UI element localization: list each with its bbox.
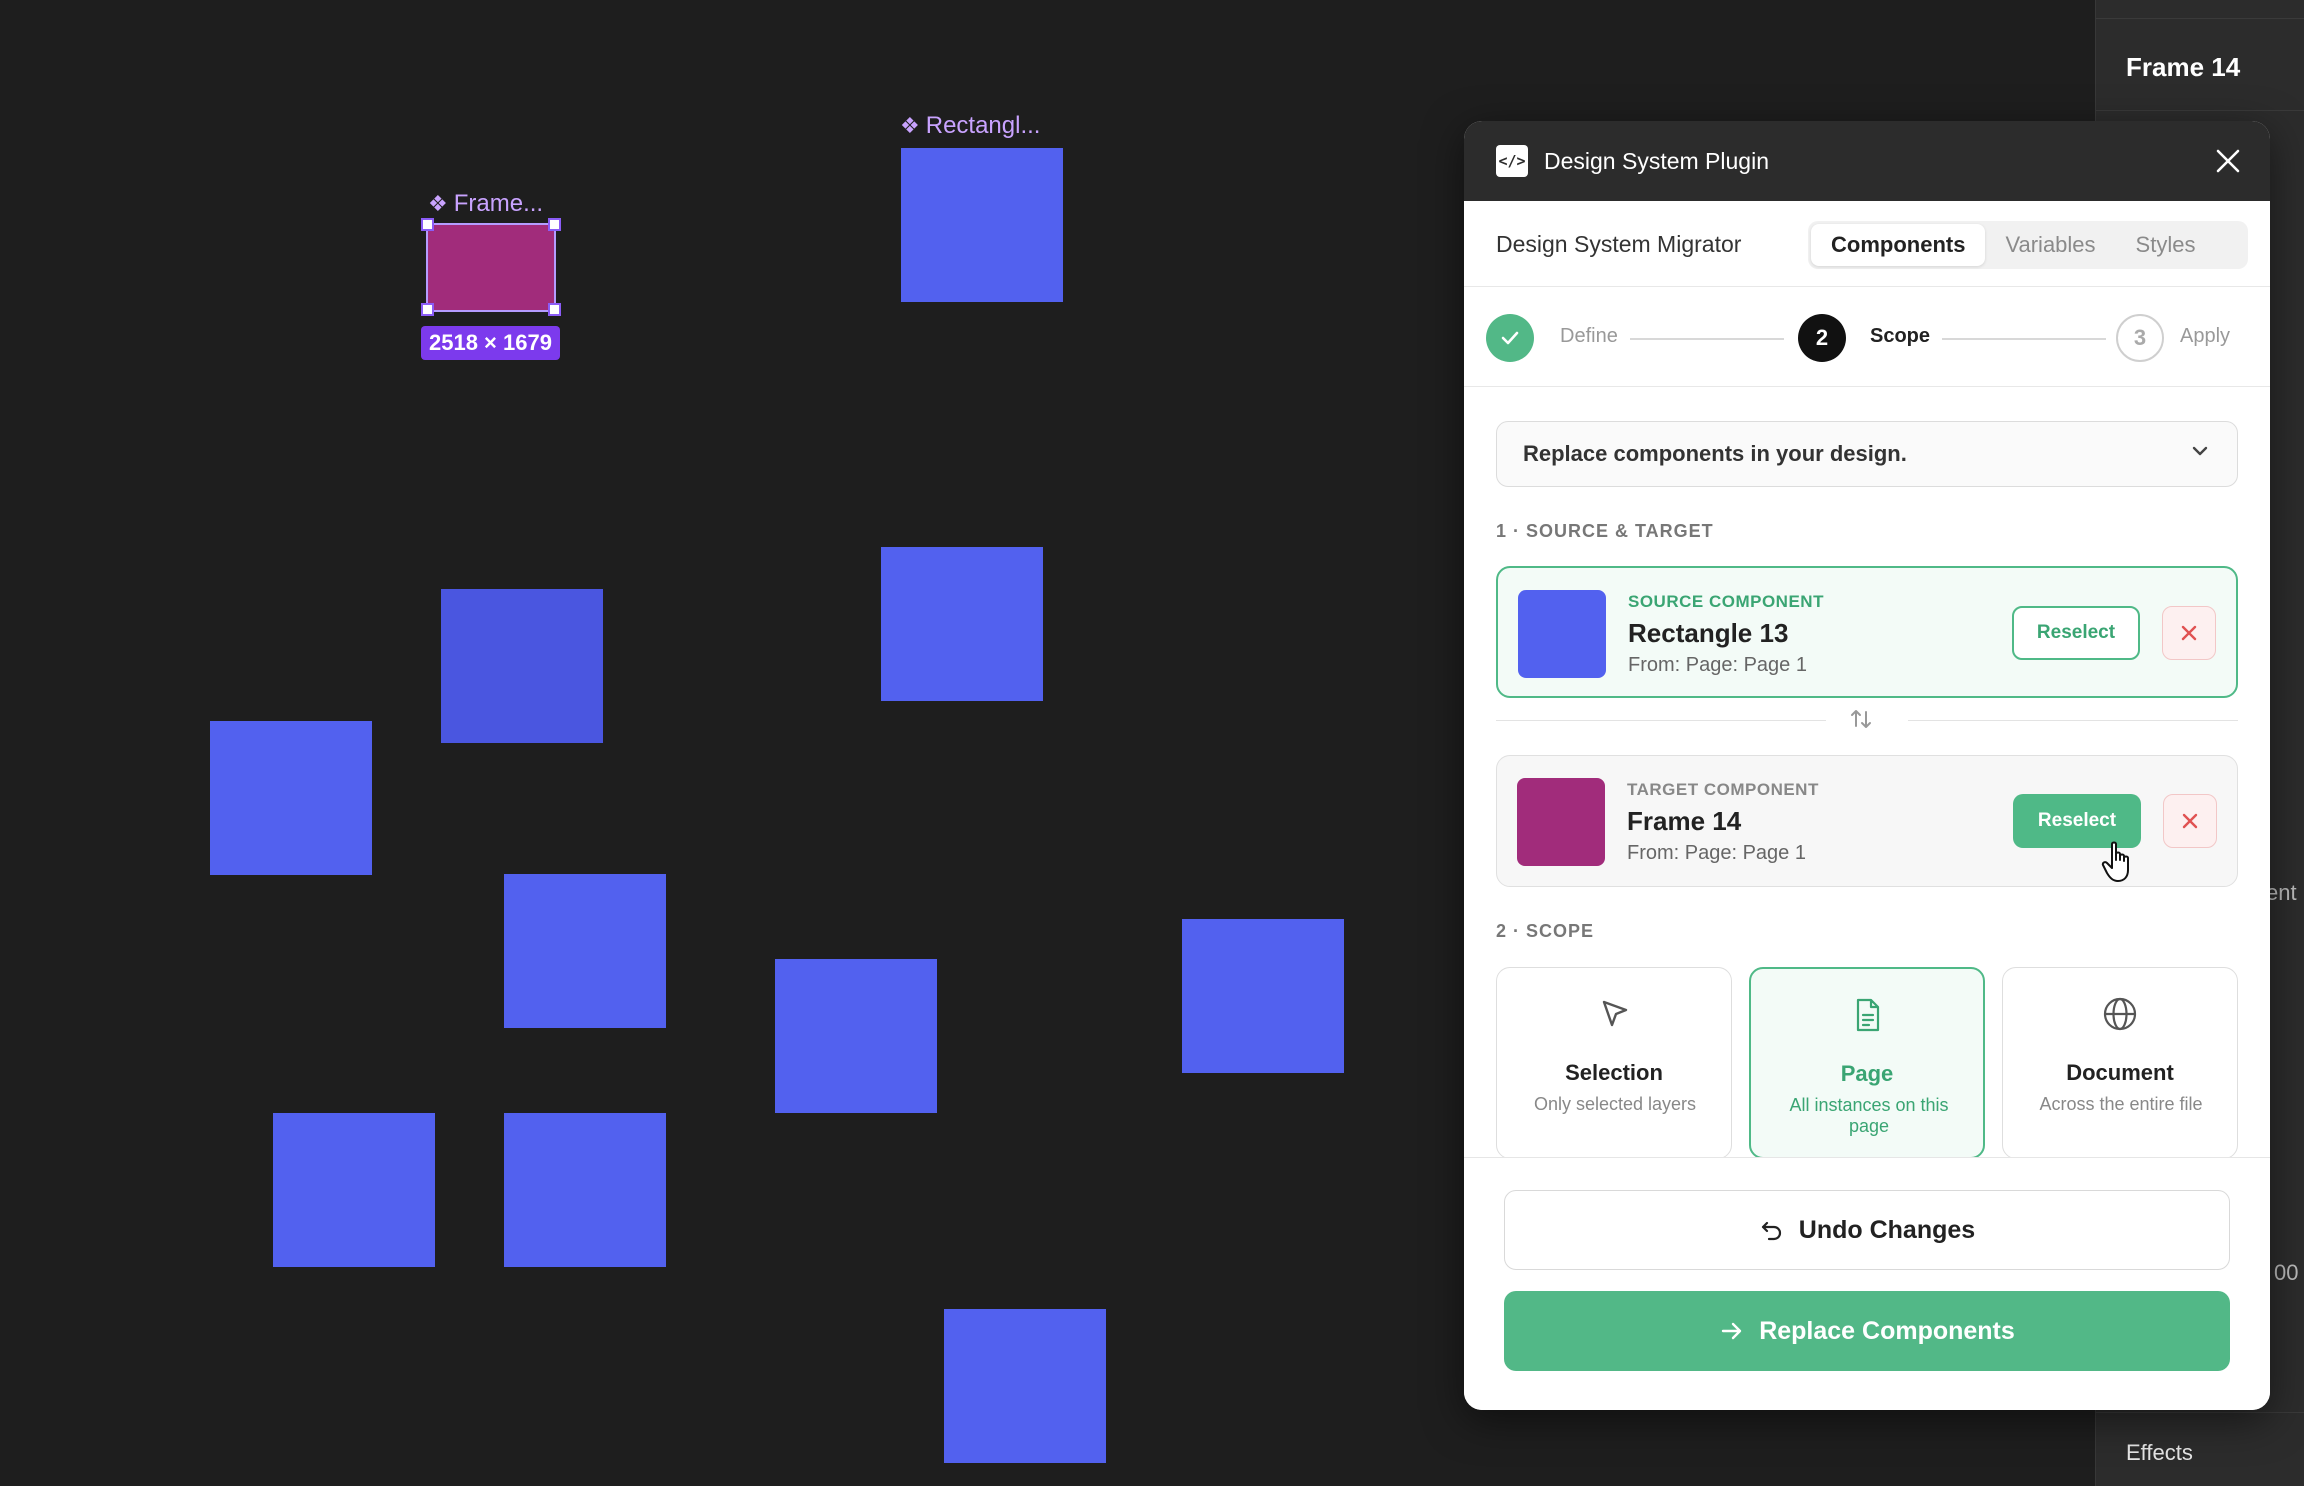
- source-component-card: SOURCE COMPONENT Rectangle 13 From: Page…: [1496, 566, 2238, 698]
- rect-component-label[interactable]: ❖ Rectangl...: [900, 112, 1040, 140]
- rectangle-instance[interactable]: [881, 547, 1043, 701]
- close-button[interactable]: [2210, 143, 2246, 179]
- frame-component-label[interactable]: ❖ Frame...: [428, 190, 543, 218]
- step-label-scope: Scope: [1870, 325, 1931, 347]
- target-remove-button[interactable]: [2163, 794, 2217, 848]
- plugin-header: </> Design System Plugin: [1464, 121, 2270, 201]
- scope-option-selection[interactable]: Selection Only selected layers: [1496, 967, 1732, 1159]
- rectangle-instance[interactable]: [1182, 919, 1344, 1073]
- rectangle-instance[interactable]: [273, 1113, 435, 1267]
- source-from: From: Page: Page 1: [1628, 654, 1807, 676]
- tab-components[interactable]: Components: [1811, 224, 1986, 266]
- rectangle-instance[interactable]: [775, 959, 937, 1113]
- rectangle-instance[interactable]: [504, 874, 666, 1028]
- rectangle-instance[interactable]: [210, 721, 372, 875]
- tab-styles[interactable]: Styles: [2116, 224, 2216, 266]
- undo-changes-button[interactable]: Undo Changes: [1504, 1190, 2230, 1270]
- close-icon: [2216, 149, 2240, 173]
- stepper: Define 2 Scope 3 Apply: [1464, 287, 2270, 387]
- rectangle-instance[interactable]: [441, 589, 603, 743]
- nav-title: Design System Migrator: [1496, 231, 1742, 257]
- source-remove-button[interactable]: [2162, 606, 2216, 660]
- target-thumbnail: [1517, 778, 1605, 866]
- plugin-nav: Design System Migrator Components Variab…: [1464, 201, 2270, 287]
- selected-layer-title: Frame 14: [2126, 52, 2241, 82]
- component-icon: ❖: [900, 113, 920, 138]
- cursor-arrow-icon: [1497, 994, 1731, 1034]
- effects-section-label[interactable]: Effects: [2126, 1440, 2193, 1466]
- step-define-done[interactable]: [1486, 314, 1534, 362]
- resize-handle[interactable]: [421, 218, 434, 231]
- document-icon: [1751, 995, 1983, 1035]
- rectangle-instance[interactable]: [944, 1309, 1106, 1463]
- check-icon: [1501, 331, 1519, 345]
- step-connector: [1942, 338, 2106, 340]
- tab-bar: Components Variables Styles: [1808, 221, 2248, 269]
- size-badge: 2518 × 1679: [421, 326, 560, 360]
- plugin-title: Design System Plugin: [1544, 148, 1769, 174]
- source-thumbnail: [1518, 590, 1606, 678]
- close-icon: [2181, 625, 2197, 641]
- step-label-define: Define: [1560, 325, 1618, 347]
- undo-icon: [1761, 1221, 1781, 1241]
- swap-arrows-icon: [1848, 706, 1874, 738]
- scope-option-document[interactable]: Document Across the entire file: [2002, 967, 2238, 1159]
- rectangle-instance[interactable]: [504, 1113, 666, 1267]
- target-name: Frame 14: [1627, 806, 1742, 836]
- replace-components-button[interactable]: Replace Components: [1504, 1291, 2230, 1371]
- selected-frame[interactable]: [426, 223, 556, 312]
- resize-handle[interactable]: [421, 303, 434, 316]
- source-name: Rectangle 13: [1628, 618, 1789, 648]
- component-icon: ❖: [428, 191, 448, 216]
- arrow-right-icon: [1721, 1322, 1742, 1340]
- rectangle-shape[interactable]: [901, 148, 1063, 302]
- step-scope-current[interactable]: 2: [1798, 314, 1846, 362]
- plugin-footer: Undo Changes Replace Components: [1464, 1157, 2270, 1410]
- panel-text-fragment: 00: [2274, 1260, 2299, 1285]
- panel-text-fragment: ent: [2266, 880, 2297, 905]
- source-reselect-button[interactable]: Reselect: [2012, 606, 2140, 660]
- globe-icon: [2003, 994, 2237, 1034]
- step-label-apply: Apply: [2180, 325, 2231, 347]
- resize-handle[interactable]: [548, 303, 561, 316]
- hand-pointer-icon: [2100, 840, 2136, 889]
- code-icon: </>: [1496, 145, 1528, 177]
- tab-variables[interactable]: Variables: [1985, 224, 2115, 266]
- resize-handle[interactable]: [548, 218, 561, 231]
- scope-option-page[interactable]: Page All instances on this page: [1749, 967, 1985, 1159]
- chevron-down-icon: [2189, 440, 2211, 468]
- step-apply-upcoming[interactable]: 3: [2116, 314, 2164, 362]
- step-connector: [1630, 338, 1784, 340]
- source-kicker: SOURCE COMPONENT: [1628, 592, 1824, 611]
- section-label-source-target: 1 · SOURCE & TARGET: [1496, 521, 1714, 541]
- section-label-scope: 2 · SCOPE: [1496, 921, 1595, 941]
- plugin-window: </> Design System Plugin Design System M…: [1464, 121, 2270, 1410]
- close-icon: [2182, 813, 2198, 829]
- intro-dropdown[interactable]: Replace components in your design.: [1496, 421, 2238, 487]
- swap-divider: [1496, 706, 2238, 736]
- target-kicker: TARGET COMPONENT: [1627, 780, 1819, 799]
- target-from: From: Page: Page 1: [1627, 842, 1806, 864]
